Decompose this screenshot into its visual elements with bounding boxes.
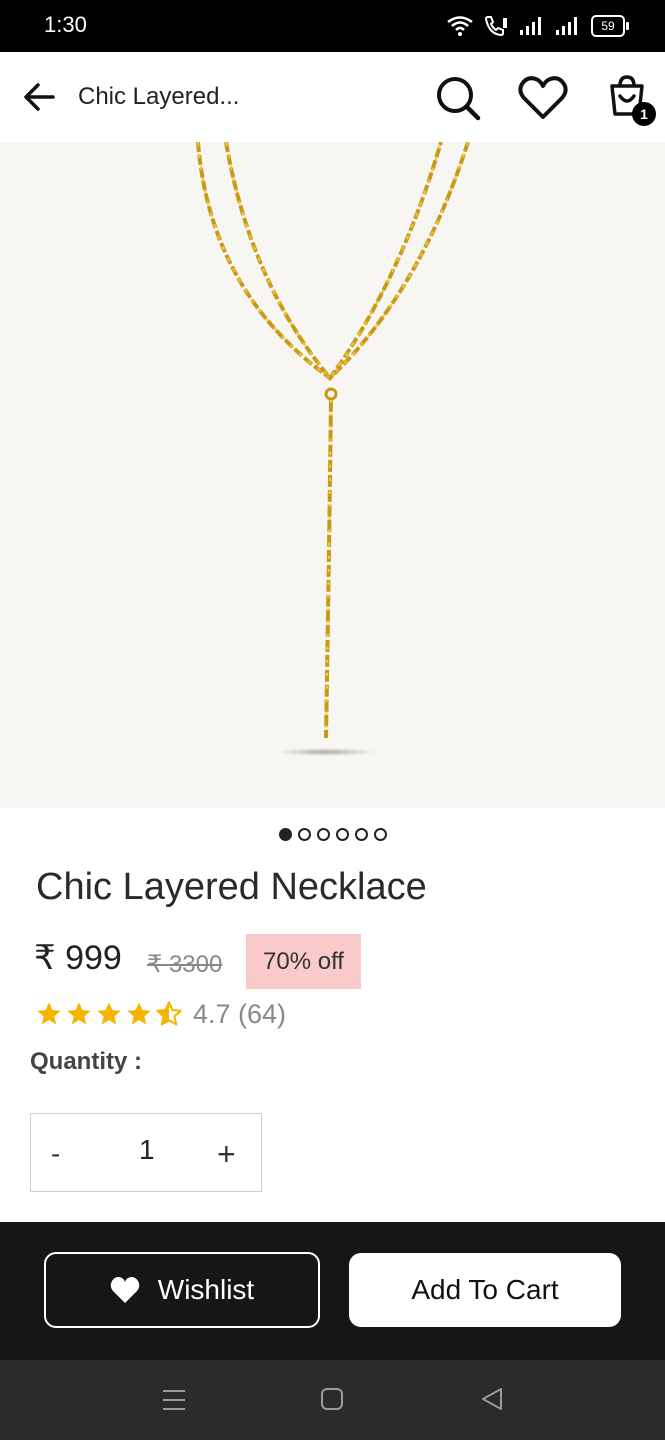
bottom-action-bar: Wishlist Add To Cart bbox=[0, 1222, 665, 1360]
battery-level: 59 bbox=[601, 19, 615, 33]
star-half-icon bbox=[156, 1001, 182, 1026]
heart-icon[interactable] bbox=[518, 74, 568, 122]
product-name: Chic Layered Necklace bbox=[36, 866, 427, 908]
rating-stars bbox=[35, 1000, 183, 1028]
app-header: Chic Layered... 1 bbox=[0, 52, 665, 143]
page-title: Chic Layered... bbox=[78, 83, 240, 110]
product-mrp: ₹ 3300 bbox=[147, 951, 223, 978]
wifi-icon bbox=[447, 16, 473, 36]
heart-filled-icon bbox=[110, 1277, 140, 1303]
quantity-increase-button[interactable]: + bbox=[217, 1136, 236, 1173]
search-icon[interactable] bbox=[434, 74, 482, 122]
carousel-dot[interactable] bbox=[297, 828, 311, 841]
carousel-dot[interactable] bbox=[278, 828, 292, 841]
back-arrow-icon[interactable] bbox=[20, 77, 60, 117]
carousel-dot[interactable] bbox=[316, 828, 330, 841]
quantity-stepper: - 1 + bbox=[30, 1113, 262, 1192]
carousel-dot[interactable] bbox=[335, 828, 349, 841]
cart-button[interactable]: 1 bbox=[604, 72, 656, 126]
product-price: ₹ 999 bbox=[34, 939, 122, 977]
star-icon bbox=[97, 1002, 121, 1025]
carousel-dot[interactable] bbox=[354, 828, 368, 841]
back-icon[interactable] bbox=[480, 1387, 504, 1411]
star-icon bbox=[127, 1002, 151, 1025]
menu-icon[interactable] bbox=[162, 1388, 186, 1412]
cart-count-badge: 1 bbox=[632, 102, 656, 126]
product-image[interactable] bbox=[0, 142, 665, 808]
necklace-image bbox=[196, 142, 470, 756]
rating-row: 4.7 (64) bbox=[35, 997, 286, 1031]
status-time: 1:30 bbox=[44, 12, 87, 37]
system-nav-bar bbox=[0, 1360, 665, 1440]
home-icon[interactable] bbox=[320, 1387, 344, 1411]
rating-text: 4.7 (64) bbox=[193, 998, 287, 1029]
signal-icon bbox=[556, 17, 577, 35]
status-icons: 59 bbox=[447, 12, 629, 40]
carousel-dot[interactable] bbox=[373, 828, 387, 841]
status-bar: 1:30 59 bbox=[0, 0, 665, 52]
discount-badge: 70% off bbox=[246, 934, 361, 989]
signal-icon bbox=[520, 17, 541, 35]
battery-icon: 59 bbox=[591, 15, 629, 37]
star-icon bbox=[67, 1002, 91, 1025]
star-icon bbox=[37, 1002, 61, 1025]
add-to-cart-button[interactable]: Add To Cart bbox=[349, 1253, 621, 1327]
quantity-decrease-button[interactable]: - bbox=[51, 1138, 60, 1170]
quantity-value: 1 bbox=[139, 1134, 155, 1165]
wishlist-label: Wishlist bbox=[157, 1274, 255, 1305]
image-carousel-dots bbox=[0, 828, 665, 841]
wishlist-button[interactable]: Wishlist bbox=[44, 1252, 320, 1328]
quantity-label: Quantity : bbox=[30, 1048, 142, 1075]
volte-icon bbox=[484, 16, 507, 37]
